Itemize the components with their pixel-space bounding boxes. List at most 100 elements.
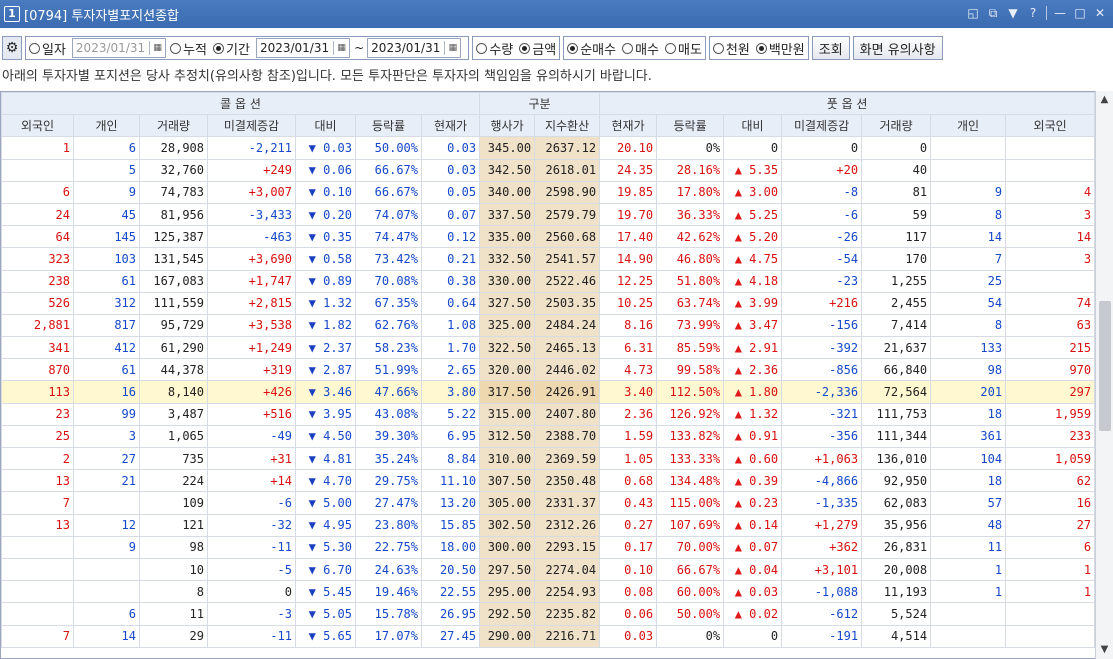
radio-sell[interactable]: 매도	[665, 39, 702, 58]
table-cell: 35.24%	[355, 446, 422, 471]
table-row[interactable]: 6 11 -3 ▼ 5.05 15.78% 26.95 292.50 2235.82 0.06 5…	[1, 602, 1096, 626]
column-header[interactable]: 미결제증감	[207, 114, 296, 138]
table-cell: 6	[1005, 535, 1096, 559]
table-cell: 2637.12	[534, 136, 601, 160]
dock-icon[interactable]: ◱	[966, 5, 980, 21]
column-header[interactable]: 행사가	[479, 114, 536, 138]
radio-thousand-won[interactable]: 천원	[712, 39, 750, 58]
arrow-down-icon: ▼	[308, 207, 324, 222]
column-header[interactable]: 거래량	[139, 114, 208, 138]
table-cell: 0.07	[420, 202, 481, 227]
table-row[interactable]: 526 312 111,559 +2,815 ▼ 1.32 67.35% 0.64 327.5…	[1, 291, 1096, 315]
table-row[interactable]: 10 -5 ▼ 6.70 24.63% 20.50 297.50 2274.04 0.10 66…	[1, 557, 1096, 582]
table-row[interactable]: 1 6 28,908 -2,211 ▼ 0.03 50.00% 0.03 345.00 2637…	[1, 136, 1096, 160]
table-cell: 10	[139, 557, 208, 582]
table-cell: 2579.79	[534, 202, 601, 227]
column-header[interactable]: 미결제증감	[781, 114, 863, 138]
column-header[interactable]: 현재가	[420, 114, 481, 138]
table-row[interactable]: 6 9 74,783 +3,007 ▼ 0.10 66.67% 0.05 340.00 2598…	[1, 180, 1096, 204]
table-row[interactable]: 2 27 735 +31 ▼ 4.81 35.24% 8.84 310.00 2369.59 1.…	[1, 446, 1096, 471]
table-row[interactable]: 64 145 125,387 -463 ▼ 0.35 74.47% 0.12 335.00 25…	[1, 225, 1096, 249]
table-row[interactable]: 13 21 224 +14 ▼ 4.70 29.75% 11.10 307.50 2350.48…	[1, 469, 1096, 493]
arrow-up-icon: ▲	[734, 296, 750, 311]
table-row[interactable]: 23 99 3,487 +516 ▼ 3.95 43.08% 5.22 315.00 2407.…	[1, 402, 1096, 426]
table-cell: -49	[207, 424, 296, 449]
table-row[interactable]: 870 61 44,378 +319 ▼ 2.87 51.99% 2.65 320.00 244…	[1, 358, 1096, 382]
table-row[interactable]: 24 45 81,956 -3,433 ▼ 0.20 74.07% 0.07 337.50 25…	[1, 202, 1096, 227]
radio-net-buy[interactable]: 순매수	[567, 39, 616, 58]
table-cell: 2369.59	[534, 446, 601, 471]
table-cell: 2.65	[420, 358, 481, 382]
radio-day[interactable]: 일자	[29, 39, 66, 58]
table-row[interactable]: 25 3 1,065 -49 ▼ 4.50 39.30% 6.95 312.50 2388.70…	[1, 424, 1096, 449]
help-icon[interactable]: ?	[1026, 5, 1040, 21]
table-cell: ▼ 0.20	[295, 202, 356, 227]
table-row[interactable]: 2,881 817 95,729 +3,538 ▼ 1.82 62.76% 1.08 325.…	[1, 313, 1096, 338]
table-row[interactable]: 8 0 ▼ 5.45 19.46% 22.55 295.00 2254.93 0.08 60.0…	[1, 580, 1096, 604]
column-header[interactable]: 등락률	[656, 114, 725, 138]
scroll-down-icon[interactable]: ▼	[1096, 641, 1113, 659]
table-cell: 39.30%	[355, 424, 422, 449]
query-button[interactable]: 조회	[811, 36, 850, 60]
radio-buy[interactable]: 매수	[622, 39, 659, 58]
column-header[interactable]: 거래량	[861, 114, 932, 138]
table-row[interactable]: 323 103 131,545 +3,690 ▼ 0.58 73.42% 0.21 332.5…	[1, 247, 1096, 271]
scroll-up-icon[interactable]: ▲	[1096, 91, 1113, 109]
scroll-thumb[interactable]	[1099, 301, 1111, 431]
column-header[interactable]: 등락률	[355, 114, 422, 138]
column-header[interactable]: 개인	[930, 114, 1007, 138]
column-header[interactable]: 현재가	[599, 114, 658, 138]
table-cell: 297	[1005, 380, 1096, 404]
radio-quantity[interactable]: 수량	[476, 39, 513, 58]
table-cell: 2426.91	[534, 380, 601, 404]
table-cell: 21,637	[861, 336, 932, 360]
table-cell: 22.55	[420, 580, 481, 604]
table-cell: 0.05	[420, 180, 481, 204]
close-icon[interactable]: ✕	[1093, 5, 1107, 21]
table-row[interactable]: 238 61 167,083 +1,747 ▼ 0.89 70.08% 0.38 330.00…	[1, 269, 1096, 293]
table-cell: ▲ 5.35	[723, 158, 783, 182]
calendar-icon[interactable]: ▦	[149, 41, 165, 55]
table-cell: -1,088	[781, 580, 863, 604]
column-header[interactable]: 외국인	[1005, 114, 1096, 138]
column-header[interactable]: 대비	[723, 114, 783, 138]
table-cell: 0.03	[420, 136, 481, 160]
table-cell: 1.05	[599, 446, 658, 471]
arrow-up-icon: ▲	[734, 251, 750, 266]
table-row[interactable]: 9 98 -11 ▼ 5.30 22.75% 18.00 300.00 2293.15 0.17…	[1, 535, 1096, 559]
table-row[interactable]: 341 412 61,290 +1,249 ▼ 2.37 58.23% 1.70 322.50…	[1, 336, 1096, 360]
table-cell: 51.99%	[355, 358, 422, 382]
table-row[interactable]: 13 12 121 -32 ▼ 4.95 23.80% 15.85 302.50 2312.26…	[1, 513, 1096, 537]
maximize-icon[interactable]: □	[1073, 5, 1087, 21]
settings-button[interactable]: ⚙	[2, 36, 22, 60]
table-cell: 66.67%	[355, 158, 422, 182]
restore-icon[interactable]: ⧉	[986, 5, 1000, 21]
column-header[interactable]: 대비	[295, 114, 356, 138]
table-cell: 10.25	[599, 291, 658, 315]
table-row[interactable]: 5 32,760 +249 ▼ 0.06 66.67% 0.03 342.50 2618.01…	[1, 158, 1096, 182]
table-cell: 1,255	[861, 269, 932, 293]
arrow-up-icon: ▲	[734, 518, 750, 533]
screen-notice-button[interactable]: 화면 유의사항	[852, 36, 943, 60]
to-date-input[interactable]: 2023/01/31 ▦	[367, 38, 462, 58]
table-row[interactable]: 113 16 8,140 +426 ▼ 3.46 47.66% 3.80 317.50 2426…	[1, 380, 1096, 404]
minimize-icon[interactable]: —	[1053, 5, 1067, 21]
table-cell: 57	[930, 491, 1007, 515]
from-date-input[interactable]: 2023/01/31 ▦	[255, 38, 351, 58]
column-header[interactable]: 개인	[73, 114, 140, 138]
table-cell: 312	[73, 291, 140, 315]
calendar-icon[interactable]: ▦	[444, 41, 460, 55]
table-row[interactable]: 7 109 -6 ▼ 5.00 27.47% 13.20 305.00 2331.37 0.43…	[1, 491, 1096, 515]
radio-amount[interactable]: 금액	[519, 39, 556, 58]
calendar-icon[interactable]: ▦	[333, 41, 349, 55]
radio-million-won[interactable]: 백만원	[755, 39, 805, 58]
day-date-input[interactable]: 2023/01/31 ▦	[71, 38, 167, 58]
table-cell: 312.50	[479, 424, 536, 449]
table-row[interactable]: 7 14 29 -11 ▼ 5.65 17.07% 27.45 290.00 2216.71 0.…	[1, 624, 1096, 648]
radio-cumulative[interactable]: 누적	[170, 39, 207, 58]
column-header[interactable]: 지수환산	[534, 114, 601, 138]
column-header[interactable]: 외국인	[1, 114, 74, 138]
pin-icon[interactable]: ▼	[1006, 5, 1020, 21]
vertical-scrollbar[interactable]: ▲ ▼	[1095, 91, 1113, 659]
radio-period[interactable]: 기간	[213, 39, 250, 58]
